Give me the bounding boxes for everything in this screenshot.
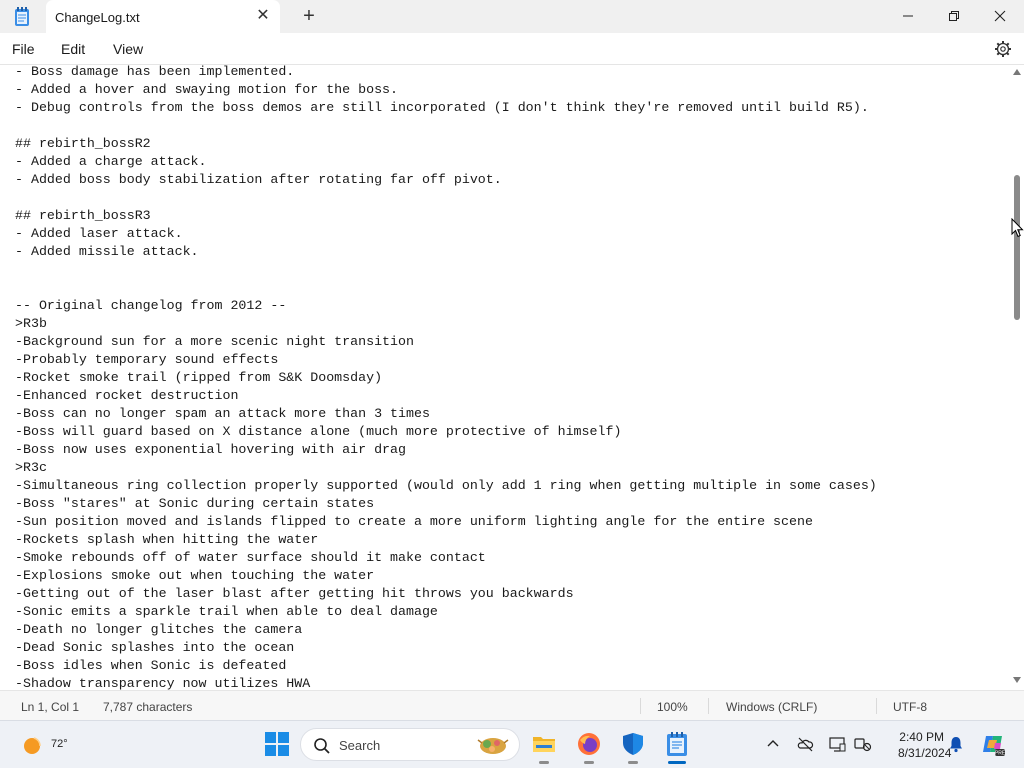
chevron-up-icon[interactable]	[764, 735, 782, 753]
line-ending[interactable]: Windows (CRLF)	[726, 700, 817, 714]
search-icon	[314, 738, 330, 754]
text-line: -Shadow transparency now utilizes HWA	[15, 676, 311, 690]
running-indicator	[539, 761, 549, 764]
maximize-button[interactable]	[931, 0, 977, 32]
text-line: - Added missile attack.	[15, 244, 199, 259]
tab-changelog[interactable]: ChangeLog.txt ✕	[46, 0, 280, 34]
text-line: - Added a charge attack.	[15, 154, 207, 169]
text-line: -Smoke rebounds off of water surface sho…	[15, 550, 486, 565]
encoding[interactable]: UTF-8	[893, 700, 927, 714]
status-divider	[708, 698, 709, 714]
svg-text:PRE: PRE	[995, 751, 1006, 757]
windows-security-icon[interactable]	[620, 731, 646, 757]
menu-edit[interactable]: Edit	[61, 41, 85, 57]
text-line: -Simultaneous ring collection properly s…	[15, 478, 877, 493]
text-line: -Boss will guard based on X distance alo…	[15, 424, 622, 439]
text-line: - Debug controls from the boss demos are…	[15, 100, 869, 115]
taskbar-search-box[interactable]: Search	[300, 728, 520, 761]
text-line: -Boss now uses exponential hovering with…	[15, 442, 406, 457]
clock-date: 8/31/2024	[898, 746, 952, 760]
menu-file[interactable]: File	[12, 41, 35, 57]
notepad-icon[interactable]	[664, 731, 690, 757]
text-line	[15, 261, 877, 279]
clock-time: 2:40 PM	[899, 730, 944, 744]
title-bar: ChangeLog.txt ✕ +	[0, 0, 1024, 34]
new-tab-button[interactable]: +	[300, 6, 318, 26]
notification-bell-icon[interactable]	[947, 735, 965, 753]
temperature: 72°	[51, 738, 68, 750]
text-line	[15, 279, 877, 297]
text-line: -Death no longer glitches the camera	[15, 622, 303, 637]
close-icon	[994, 10, 1006, 22]
text-line: - Added boss body stabilization after ro…	[15, 172, 502, 187]
restore-icon	[949, 11, 959, 21]
notepad-window: ChangeLog.txt ✕ + File Edit View - Boss …	[0, 0, 1024, 720]
text-line: -- Original changelog from 2012 --	[15, 298, 287, 313]
text-line: -Enhanced rocket destruction	[15, 388, 239, 403]
text-line	[15, 117, 877, 135]
copilot-icon[interactable]: PRE	[980, 731, 1006, 757]
text-line: -Boss can no longer spam an attack more …	[15, 406, 430, 421]
text-editor[interactable]: - Boss damage has been implemented. - Add…	[0, 65, 1009, 690]
text-line: - Added laser attack.	[15, 226, 183, 241]
search-highlight-icon	[477, 738, 509, 754]
active-indicator	[668, 761, 686, 764]
scroll-thumb[interactable]	[1014, 175, 1020, 320]
text-line: -Sun position moved and islands flipped …	[15, 514, 813, 529]
text-line: -Background sun for a more scenic night …	[15, 334, 414, 349]
text-line: -Getting out of the laser blast after ge…	[15, 586, 574, 601]
text-line: -Boss idles when Sonic is defeated	[15, 658, 287, 673]
text-line: -Probably temporary sound effects	[15, 352, 279, 367]
status-divider	[876, 698, 877, 714]
weather-widget[interactable]: 72°	[20, 731, 68, 761]
sun-weather-icon	[24, 737, 41, 754]
close-tab-icon[interactable]: ✕	[255, 8, 271, 24]
text-line: -Rocket smoke trail (ripped from S&K Doo…	[15, 370, 383, 385]
scroll-down-arrow-icon[interactable]	[1013, 677, 1021, 683]
text-line: -Boss "stares" at Sonic during certain s…	[15, 496, 375, 511]
running-indicator	[628, 761, 638, 764]
menu-view[interactable]: View	[113, 41, 143, 57]
file-explorer-icon[interactable]	[531, 731, 557, 757]
text-line	[15, 189, 877, 207]
taskbar: 72° Search 2:40 PM 8/31/2024 PRE	[0, 720, 1024, 768]
close-window-button[interactable]	[977, 0, 1023, 32]
text-line: - Added a hover and swaying motion for t…	[15, 82, 399, 97]
minimize-button[interactable]	[885, 0, 931, 32]
settings-gear-icon[interactable]	[994, 40, 1012, 58]
character-count: 7,787 characters	[103, 700, 193, 714]
status-bar: Ln 1, Col 1 7,787 characters 100% Window…	[0, 690, 1024, 720]
menu-bar: File Edit View	[0, 34, 1024, 65]
firefox-icon[interactable]	[576, 731, 602, 757]
minimize-icon	[903, 15, 913, 17]
text-line: ## rebirth_bossR2	[15, 136, 151, 151]
text-line: -Sonic emits a sparkle trail when able t…	[15, 604, 438, 619]
text-line: ## rebirth_bossR3	[15, 208, 151, 223]
text-line: -Rockets splash when hitting the water	[15, 532, 319, 547]
editor-text: - Boss damage has been implemented. - Add…	[15, 65, 877, 690]
cursor-position: Ln 1, Col 1	[21, 700, 80, 714]
windows-start-icon[interactable]	[264, 731, 290, 757]
running-indicator	[584, 761, 594, 764]
clock[interactable]: 2:40 PM 8/31/2024	[898, 729, 952, 761]
onedrive-offline-icon[interactable]	[796, 735, 814, 753]
mouse-pointer-icon	[1011, 218, 1024, 238]
vertical-scrollbar[interactable]	[1010, 65, 1024, 690]
display-icon[interactable]	[828, 735, 846, 753]
network-icon[interactable]	[854, 735, 872, 753]
text-line: >R3b	[15, 316, 47, 331]
search-label: Search	[339, 738, 381, 753]
status-divider	[640, 698, 641, 714]
tab-title: ChangeLog.txt	[55, 10, 140, 25]
text-line: - Boss damage has been implemented.	[15, 65, 295, 79]
text-line: -Dead Sonic splashes into the ocean	[15, 640, 295, 655]
text-line: >R3c	[15, 460, 47, 475]
notepad-app-icon	[15, 7, 29, 26]
zoom-level[interactable]: 100%	[657, 700, 688, 714]
scroll-up-arrow-icon[interactable]	[1013, 69, 1021, 75]
text-line: -Explosions smoke out when touching the …	[15, 568, 375, 583]
